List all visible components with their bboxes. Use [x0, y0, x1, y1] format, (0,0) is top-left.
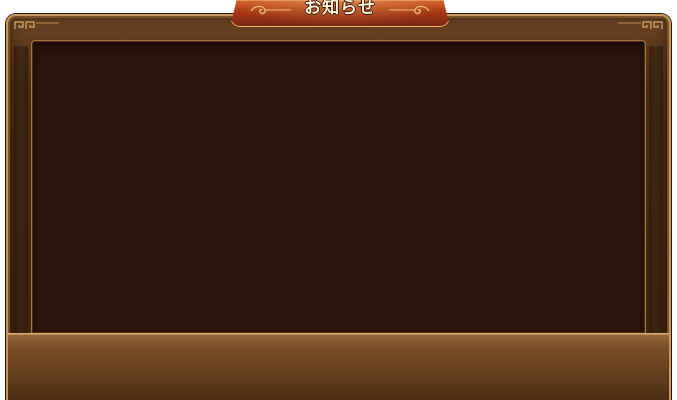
frame-side-rail	[14, 46, 28, 336]
frame-side-rail	[649, 46, 663, 336]
corner-ornament-icon	[14, 21, 59, 29]
notice-content-area[interactable]	[31, 40, 646, 334]
dialog-title: お知らせ	[304, 0, 376, 18]
dialog-footer	[8, 333, 669, 400]
corner-ornament-icon	[618, 21, 663, 29]
title-tab: お知らせ	[230, 0, 450, 27]
